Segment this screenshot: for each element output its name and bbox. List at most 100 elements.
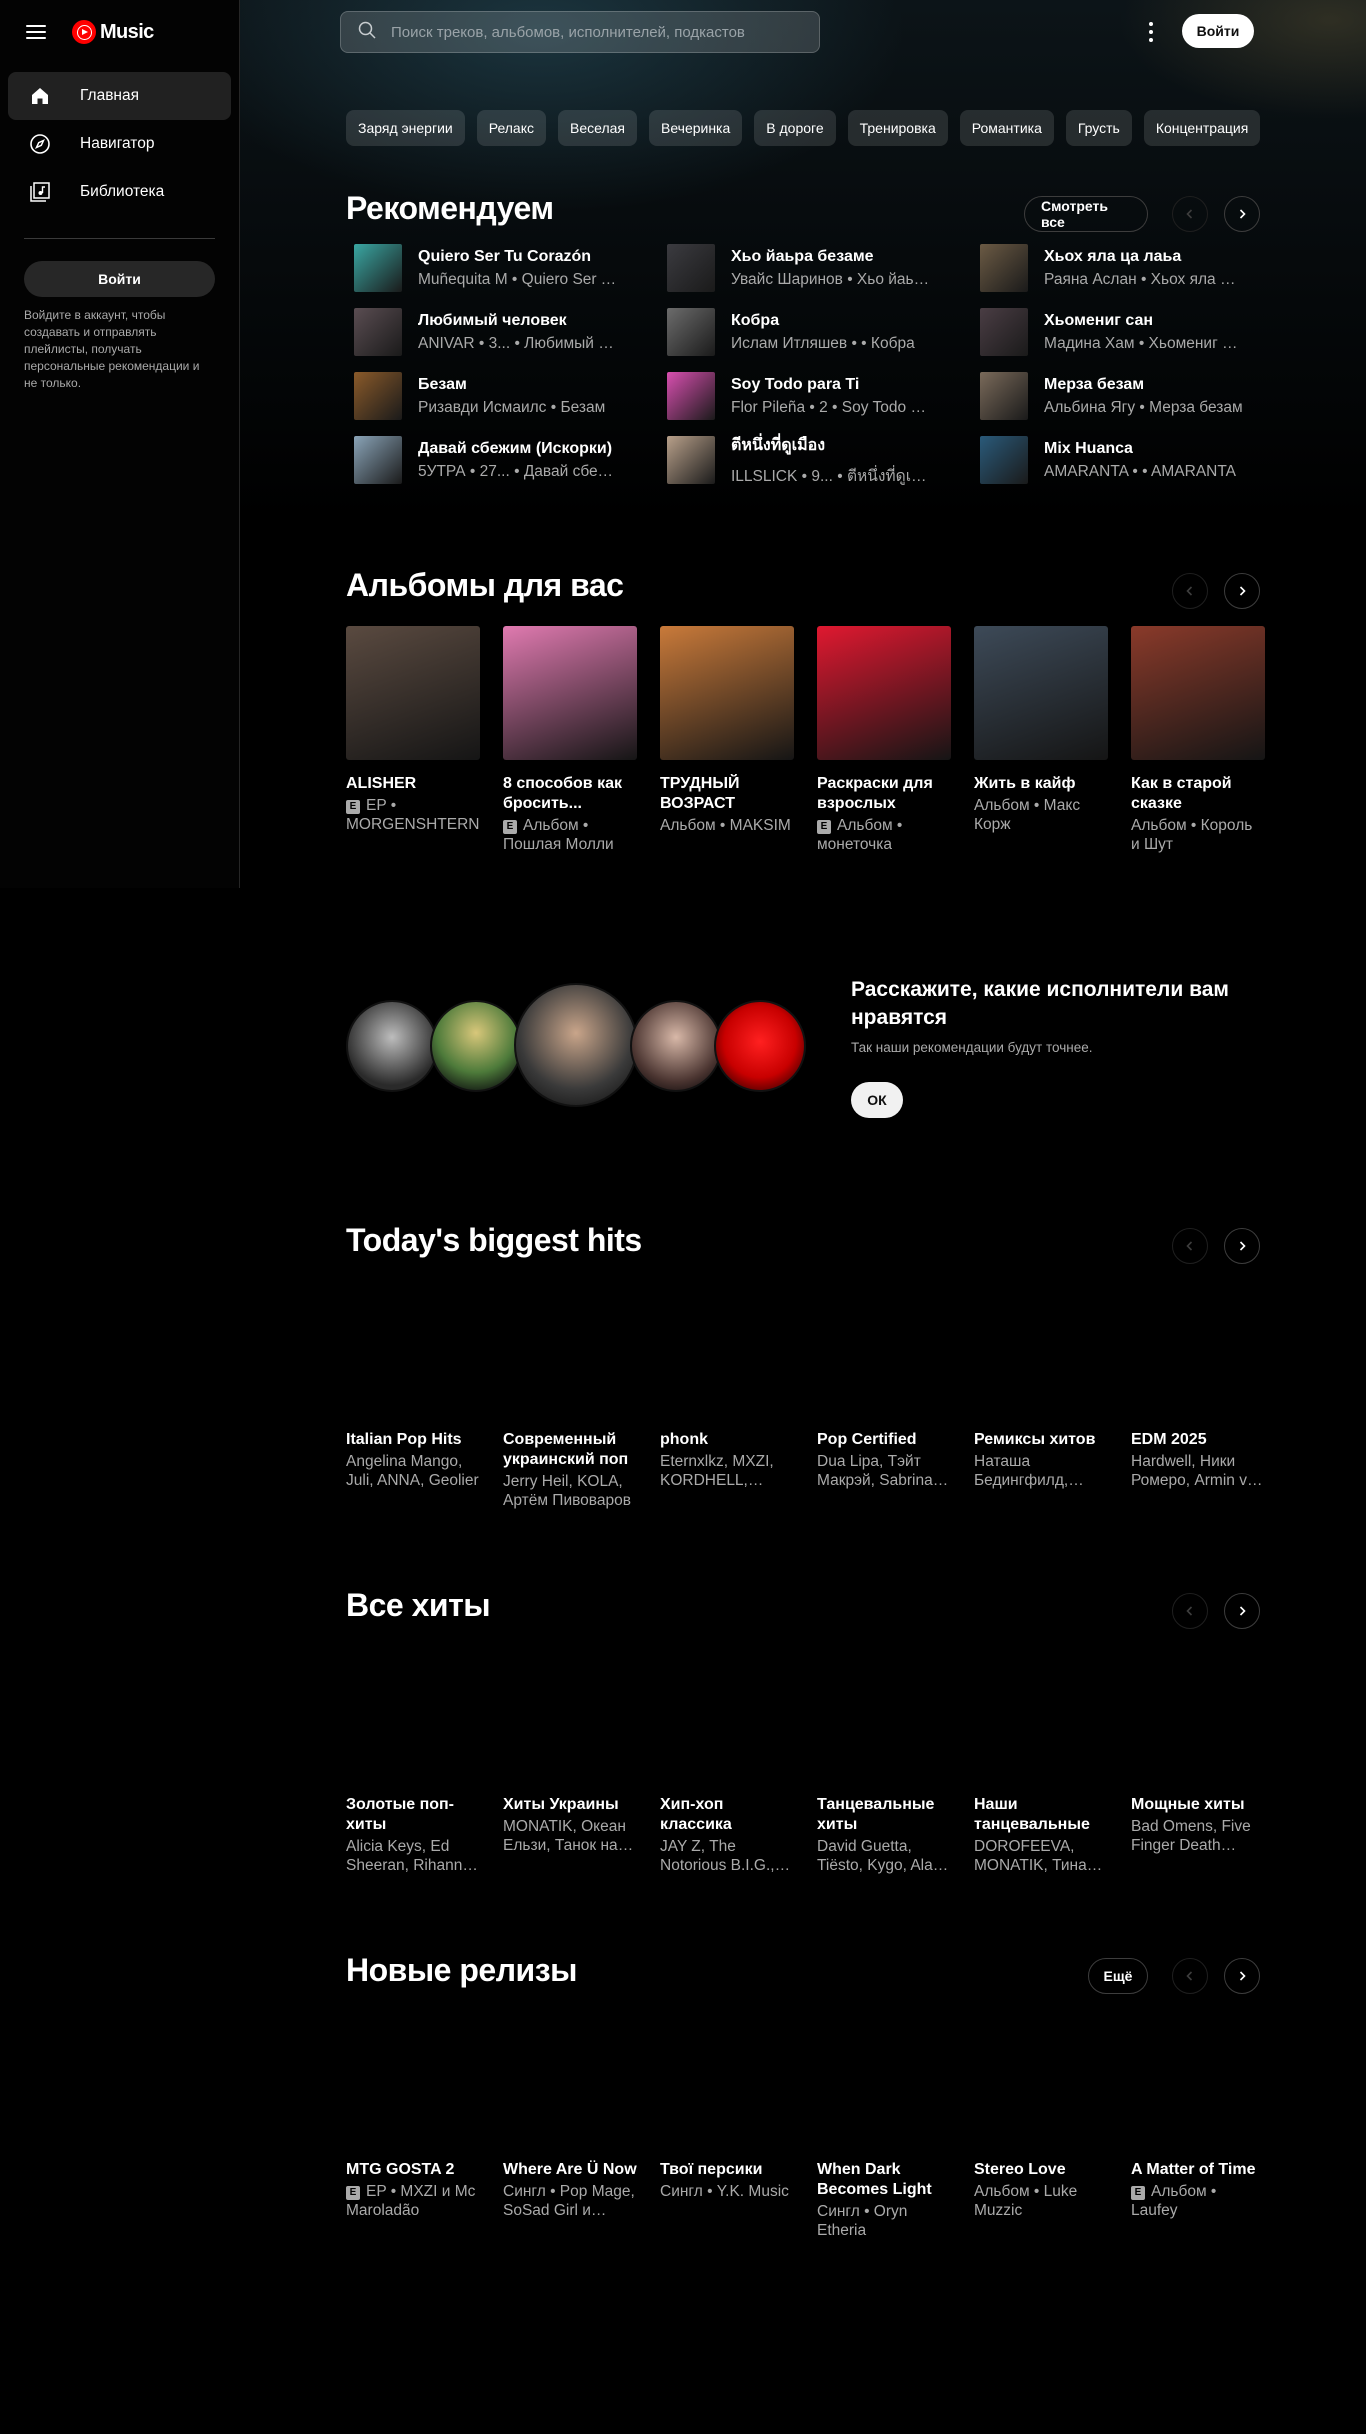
card[interactable]: A Matter of Time E Альбом • Laufey xyxy=(1131,2012,1265,2240)
card-title[interactable]: Как в старой сказке xyxy=(1131,774,1265,814)
card[interactable]: 8 способов как бросить... E Альбом • Пошла… xyxy=(503,626,637,854)
card-thumbnail[interactable] xyxy=(503,1647,637,1781)
song-thumbnail[interactable] xyxy=(354,436,402,484)
card[interactable]: Stereo Love Альбом • Luke Muzzic xyxy=(974,2012,1108,2240)
artist-avatar[interactable] xyxy=(430,1000,522,1092)
card[interactable]: Танцевальные хиты David Guetta, Tiësto, K… xyxy=(817,1647,951,1875)
card-title[interactable]: Наши танцевальные xyxy=(974,1795,1108,1835)
mood-chip[interactable]: Тренировка xyxy=(847,110,948,146)
card[interactable]: MTG GOSTA 2 E EP • MXZI и Mc Maroladão xyxy=(346,2012,480,2240)
card-title[interactable]: ALISHER xyxy=(346,774,480,794)
artist-avatar[interactable] xyxy=(714,1000,806,1092)
next-arrow-button[interactable] xyxy=(1224,1958,1260,1994)
song-row[interactable]: Хьох яла ца лаьа Раяна Аслан • Хьох яла ц… xyxy=(972,244,1260,292)
song-row[interactable]: Мерза безам Альбина Ягу • Мерза безам xyxy=(972,372,1260,420)
song-title[interactable]: Мерза безам xyxy=(1044,376,1244,394)
mood-chip[interactable]: Романтика xyxy=(959,110,1054,146)
card-thumbnail[interactable] xyxy=(660,626,794,760)
card-title[interactable]: Современный украинский поп xyxy=(503,1430,637,1470)
song-thumbnail[interactable] xyxy=(667,372,715,420)
song-title[interactable]: Кобра xyxy=(731,312,931,330)
card-thumbnail[interactable] xyxy=(1131,1282,1265,1416)
card[interactable]: Современный украинский поп Jerry Heil, KO… xyxy=(503,1282,637,1510)
card-title[interactable]: Хип-хоп классика xyxy=(660,1795,794,1835)
card-title[interactable]: ТРУДНЫЙ ВОЗРАСТ xyxy=(660,774,794,814)
prev-arrow-button[interactable] xyxy=(1172,1593,1208,1629)
card[interactable]: Раскраски для взрослых E Альбом • монеточк… xyxy=(817,626,951,854)
song-row[interactable]: Любимый человек ANIVAR • 3... • Любимый ч… xyxy=(346,308,659,356)
card-title[interactable]: phonk xyxy=(660,1430,794,1450)
card[interactable]: Наши танцевальные DOROFEEVA, MONATIK, Тин… xyxy=(974,1647,1108,1875)
song-thumbnail[interactable] xyxy=(980,372,1028,420)
prev-arrow-button[interactable] xyxy=(1172,1958,1208,1994)
card-thumbnail[interactable] xyxy=(660,1282,794,1416)
next-arrow-button[interactable] xyxy=(1224,196,1260,232)
more-button[interactable]: Ещё xyxy=(1088,1958,1148,1994)
song-row[interactable]: Mix Huanca AMARANTA • • AMARANTA xyxy=(972,436,1260,484)
card[interactable]: EDM 2025 Hardwell, Ники Ромеро, Armin van… xyxy=(1131,1282,1265,1510)
card-thumbnail[interactable] xyxy=(974,626,1108,760)
card[interactable]: Твої персики Сингл • Y.K. Music xyxy=(660,2012,794,2240)
next-arrow-button[interactable] xyxy=(1224,1593,1260,1629)
card[interactable]: Ремиксы хитов Наташа Бедингфилд, Calvin H… xyxy=(974,1282,1108,1510)
card-thumbnail[interactable] xyxy=(346,2012,480,2146)
song-title[interactable]: Давай сбежим (Искорки) xyxy=(418,440,618,458)
next-arrow-button[interactable] xyxy=(1224,573,1260,609)
card-title[interactable]: Хиты Украины xyxy=(503,1795,637,1815)
song-title[interactable]: Безам xyxy=(418,376,618,394)
song-thumbnail[interactable] xyxy=(354,372,402,420)
mood-chip[interactable]: Вечеринка xyxy=(648,110,743,146)
song-thumbnail[interactable] xyxy=(980,244,1028,292)
card[interactable]: ТРУДНЫЙ ВОЗРАСТ Альбом • MAKSIM xyxy=(660,626,794,854)
card-thumbnail[interactable] xyxy=(974,1282,1108,1416)
song-title[interactable]: Хьомениг сан xyxy=(1044,312,1244,330)
card-title[interactable]: Жить в кайф xyxy=(974,774,1108,794)
card-title[interactable]: A Matter of Time xyxy=(1131,2160,1265,2180)
card[interactable]: Как в старой сказке Альбом • Король и Шут xyxy=(1131,626,1265,854)
sidebar-item-library[interactable]: Библиотека xyxy=(8,168,231,216)
card-thumbnail[interactable] xyxy=(817,626,951,760)
prev-arrow-button[interactable] xyxy=(1172,573,1208,609)
card-thumbnail[interactable] xyxy=(817,2012,951,2146)
card[interactable]: ALISHER E EP • MORGENSHTERN xyxy=(346,626,480,854)
mood-chip[interactable]: Релакс xyxy=(476,110,546,146)
card-thumbnail[interactable] xyxy=(974,1647,1108,1781)
next-arrow-button[interactable] xyxy=(1224,1228,1260,1264)
card-thumbnail[interactable] xyxy=(660,2012,794,2146)
card[interactable]: Золотые поп-хиты Alicia Keys, Ed Sheeran,… xyxy=(346,1647,480,1875)
card[interactable]: Хип-хоп классика JAY Z, The Notorious B.I… xyxy=(660,1647,794,1875)
song-row[interactable]: Хьо йаьра безаме Увайс Шаринов • Хьо йаьр… xyxy=(659,244,972,292)
card-title[interactable]: EDM 2025 xyxy=(1131,1430,1265,1450)
card-thumbnail[interactable] xyxy=(503,1282,637,1416)
mood-chip[interactable]: В дороге xyxy=(754,110,836,146)
card-thumbnail[interactable] xyxy=(817,1282,951,1416)
song-row[interactable]: Soy Todo para Ti Flor Pileña • 2 • Soy To… xyxy=(659,372,972,420)
song-title[interactable]: Хьо йаьра безаме xyxy=(731,248,931,266)
card-title[interactable]: MTG GOSTA 2 xyxy=(346,2160,480,2180)
song-row[interactable]: ตีหนึ่งที่ดูเมือง ILLSLICK • 9... • ตีหนึ… xyxy=(659,433,972,485)
card-title[interactable]: When Dark Becomes Light xyxy=(817,2160,951,2200)
card-thumbnail[interactable] xyxy=(346,626,480,760)
song-row[interactable]: Quiero Ser Tu Corazón Muñequita M • Quier… xyxy=(346,244,659,292)
song-thumbnail[interactable] xyxy=(667,308,715,356)
card[interactable]: phonk Eternxlkz, MXZI, KORDHELL, DVRST xyxy=(660,1282,794,1510)
prev-arrow-button[interactable] xyxy=(1172,1228,1208,1264)
card-thumbnail[interactable] xyxy=(1131,1647,1265,1781)
menu-icon[interactable] xyxy=(26,25,46,39)
song-row[interactable]: Хьомениг сан Мадина Хам • Хьомениг сан xyxy=(972,308,1260,356)
song-thumbnail[interactable] xyxy=(354,244,402,292)
song-thumbnail[interactable] xyxy=(980,308,1028,356)
song-title[interactable]: Любимый человек xyxy=(418,312,618,330)
song-thumbnail[interactable] xyxy=(667,436,715,484)
song-title[interactable]: Mix Huanca xyxy=(1044,440,1244,458)
card-title[interactable]: Раскраски для взрослых xyxy=(817,774,951,814)
card-title[interactable]: Where Are Ü Now xyxy=(503,2160,637,2180)
artist-avatar[interactable] xyxy=(346,1000,438,1092)
card-thumbnail[interactable] xyxy=(346,1282,480,1416)
mood-chip[interactable]: Грусть xyxy=(1065,110,1132,146)
youtube-music-logo[interactable]: Music xyxy=(72,20,154,44)
card[interactable]: Italian Pop Hits Angelina Mango, Juli, AN… xyxy=(346,1282,480,1510)
song-title[interactable]: ตีหนึ่งที่ดูเมือง xyxy=(731,433,931,458)
card-title[interactable]: Ремиксы хитов xyxy=(974,1430,1108,1450)
card-title[interactable]: Stereo Love xyxy=(974,2160,1108,2180)
